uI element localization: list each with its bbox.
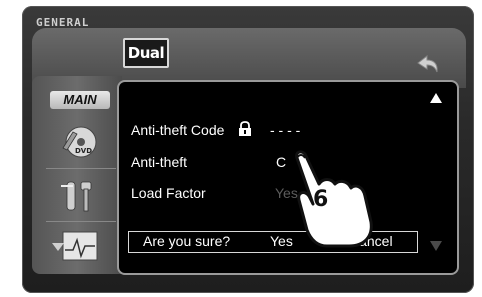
pointing-hand-icon: [295, 150, 373, 248]
head-unit-screen: GENERAL Dual MAIN DVD Anti-theft Code - …: [0, 0, 482, 297]
anti-theft-label: Anti-theft: [131, 154, 188, 170]
load-factor-label: Load Factor: [131, 185, 206, 201]
svg-text:DVD: DVD: [75, 147, 92, 155]
anti-theft-code-label: Anti-theft Code: [131, 122, 225, 138]
sidebar-divider: [46, 168, 116, 169]
chevron-down-icon[interactable]: [51, 240, 65, 254]
scroll-up-icon[interactable]: [429, 92, 443, 104]
back-arrow-icon[interactable]: [414, 54, 440, 76]
sidebar-divider: [46, 221, 116, 222]
step-number: 6: [313, 187, 329, 212]
brand-logo: Dual: [123, 38, 169, 68]
anti-theft-code-value[interactable]: - - - -: [270, 122, 300, 138]
lock-icon: [239, 121, 251, 136]
sidebar-tab-main[interactable]: MAIN: [50, 91, 110, 109]
dvd-icon[interactable]: DVD: [57, 120, 101, 160]
confirm-prompt: Are you sure?: [143, 233, 231, 249]
tools-icon[interactable]: [57, 176, 101, 216]
scroll-down-icon[interactable]: [429, 240, 443, 252]
